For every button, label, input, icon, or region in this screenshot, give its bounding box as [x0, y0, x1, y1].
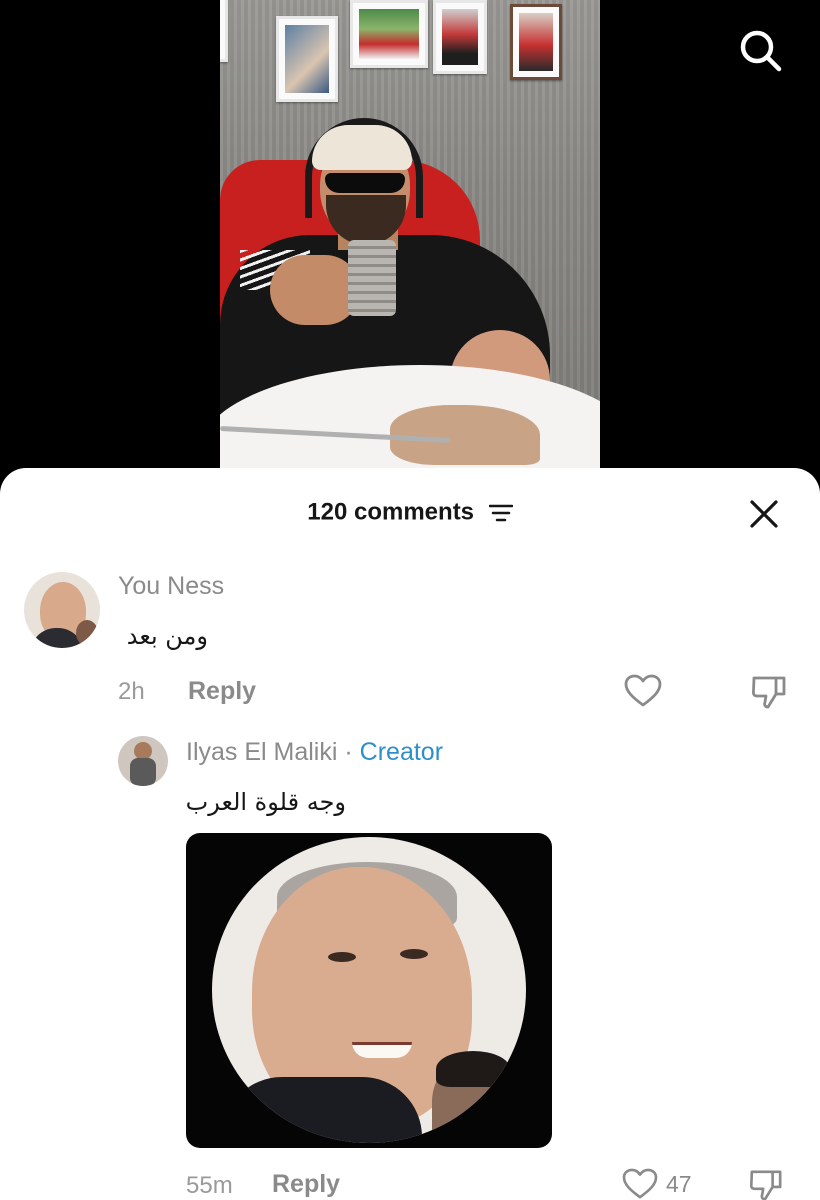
comment-author[interactable]: You Ness — [118, 572, 224, 601]
avatar[interactable] — [24, 572, 100, 648]
shirt — [222, 1077, 422, 1143]
reply-button[interactable]: Reply — [272, 1170, 340, 1199]
comments-sheet: 120 comments You Ness ومن بعد 2h Reply I… — [0, 468, 820, 1200]
comments-header: 120 comments — [0, 468, 820, 558]
close-icon — [750, 500, 778, 528]
close-button[interactable] — [746, 496, 782, 532]
sunglasses — [325, 173, 405, 193]
like-count: 47 — [666, 1170, 692, 1197]
author-separator: · — [344, 738, 353, 766]
flat-cap — [312, 125, 412, 170]
dislike-button[interactable] — [748, 1168, 784, 1200]
reply-author-line: Ilyas El Maliki · Creator — [186, 738, 443, 767]
filter-icon[interactable] — [488, 503, 513, 523]
comment-author[interactable]: Ilyas El Maliki — [186, 738, 337, 766]
profile-photo-circle — [212, 837, 526, 1143]
thumbs-down-icon — [751, 676, 786, 709]
reply-button[interactable]: Reply — [188, 677, 256, 706]
search-button[interactable] — [736, 26, 784, 74]
wall-photo — [510, 4, 562, 80]
comment-image[interactable] — [186, 833, 552, 1148]
wall-photo — [220, 0, 228, 62]
like-button[interactable] — [624, 674, 662, 708]
dislike-button[interactable] — [750, 674, 788, 715]
food — [390, 405, 540, 465]
smile — [352, 1042, 412, 1058]
thumbs-down-icon — [749, 1170, 782, 1200]
video-frame[interactable] — [220, 0, 600, 470]
comment-time: 2h — [118, 678, 145, 705]
like-button[interactable]: 47 — [622, 1168, 692, 1200]
wall-photo — [433, 0, 487, 74]
comment-text: ومن بعد — [126, 622, 208, 650]
video-player[interactable] — [0, 0, 820, 500]
heart-icon — [622, 1168, 658, 1199]
arm — [270, 255, 360, 325]
tin-cup — [348, 240, 396, 316]
comment-text: وجه قلوة العرب — [185, 788, 346, 816]
comments-count: 120 comments — [0, 498, 820, 527]
comment-time: 55m — [186, 1172, 233, 1199]
avatar[interactable] — [118, 736, 168, 786]
creator-badge: Creator — [359, 738, 444, 766]
wall-photo — [276, 16, 338, 102]
comments-count-label: 120 comments — [307, 498, 475, 526]
heart-icon — [624, 674, 662, 707]
search-icon — [740, 30, 782, 72]
wall-photo — [350, 0, 428, 68]
